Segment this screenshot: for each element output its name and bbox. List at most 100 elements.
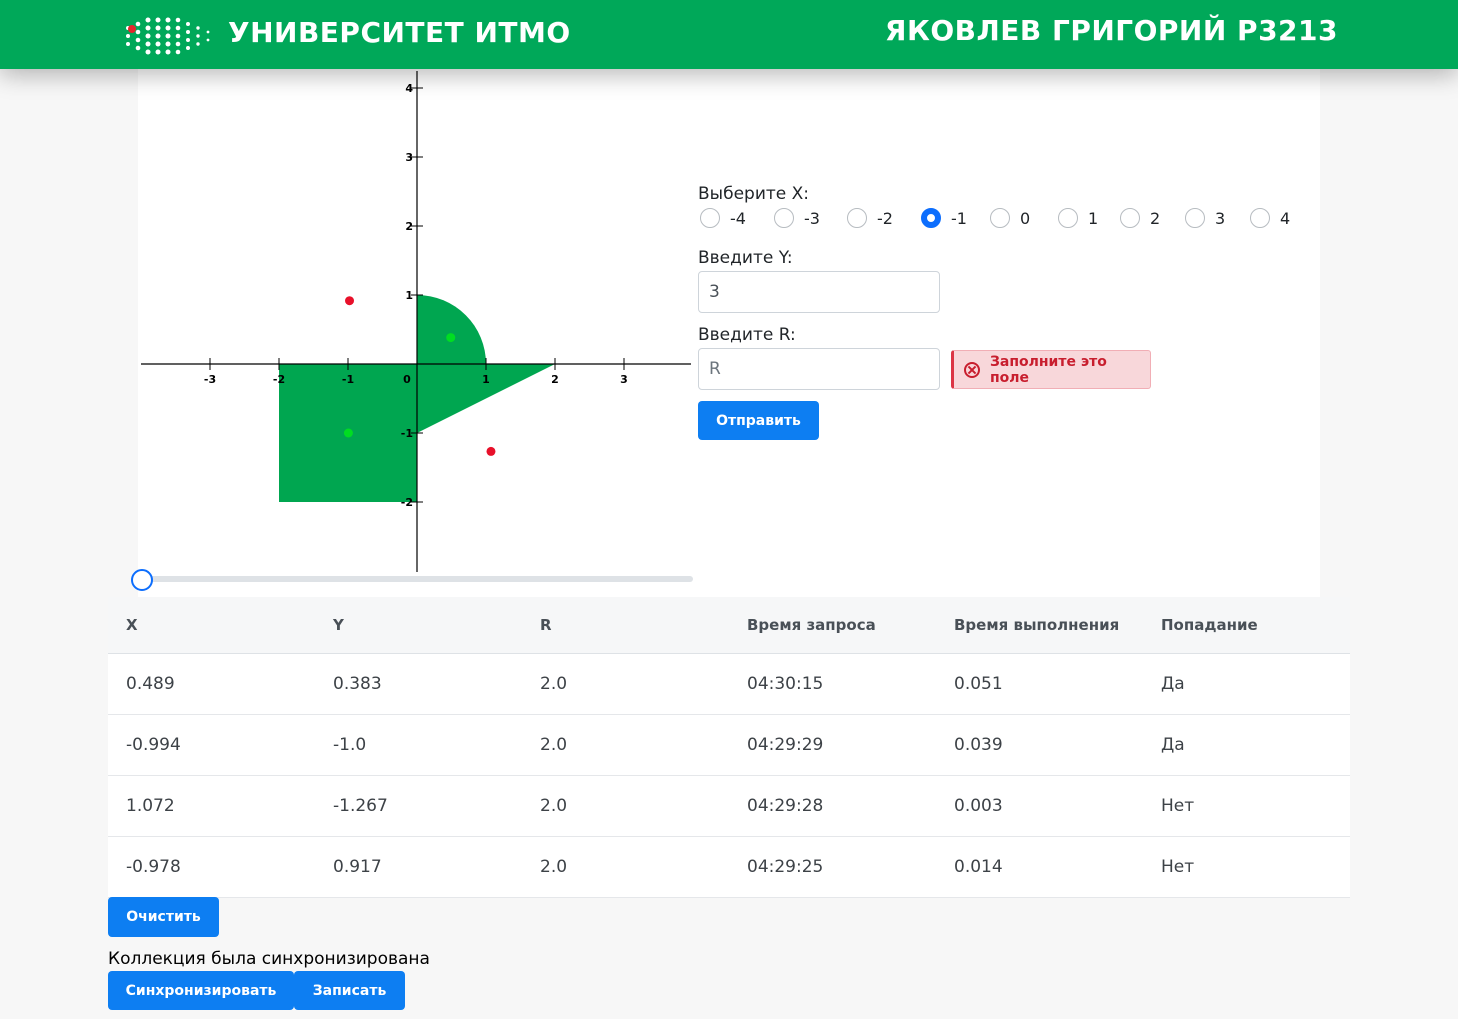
x-tick-label: 0: [403, 373, 411, 386]
table-cell: Нет: [1161, 796, 1195, 816]
university-title: УНИВЕРСИТЕТ ИТМО: [228, 16, 571, 49]
error-icon: [964, 361, 980, 378]
y-tick-label: 2: [405, 220, 413, 233]
x-radio-option[interactable]: -4: [700, 208, 746, 228]
table-cell: 0.051: [954, 674, 1003, 694]
table-cell: Да: [1161, 674, 1185, 694]
y-tick-label: 1: [405, 289, 413, 302]
student-name: ЯКОВЛЕВ ГРИГОРИЙ P3213: [884, 14, 1338, 47]
column-header: X: [126, 616, 138, 634]
x-tick-label: 1: [482, 373, 490, 386]
hit-point: [446, 333, 456, 343]
x-radio-option[interactable]: -1: [921, 208, 967, 228]
x-radio-option[interactable]: -3: [774, 208, 820, 228]
radio-label: 0: [1020, 208, 1031, 228]
hit-point: [343, 428, 353, 438]
slider-thumb[interactable]: [131, 569, 153, 591]
table-row: 1.072 -1.267 2.0 04:29:28 0.003 Нет: [108, 776, 1350, 837]
table-header: X Y R Время запроса Время выполнения Попадани…: [108, 597, 1350, 654]
y-tick-label: 3: [405, 151, 413, 164]
radio-label: -4: [730, 208, 746, 228]
radio-circle[interactable]: [847, 208, 867, 228]
x-tick-label: -1: [342, 373, 354, 386]
r-error-text: Заполните это поле: [989, 353, 1107, 386]
header: УНИВЕРСИТЕТ ИТМО ЯКОВЛЕВ ГРИГОРИЙ P3213: [0, 0, 1458, 69]
x-radio-option[interactable]: -2: [847, 208, 893, 228]
radio-circle[interactable]: [774, 208, 794, 228]
table-row: -0.978 0.917 2.0 04:29:25 0.014 Нет: [108, 837, 1350, 898]
x-radio-option[interactable]: 4: [1250, 208, 1290, 228]
radio-circle[interactable]: [1058, 208, 1078, 228]
sync-button[interactable]: Синхронизировать: [108, 971, 294, 1010]
table-cell: -1.0: [333, 735, 367, 755]
coordinate-graph[interactable]: -3 -2 -1 0 1 2 3 4 3 2 1 -1 -2: [138, 69, 694, 574]
r-input[interactable]: R: [698, 348, 940, 390]
x-tick-label: -3: [204, 373, 216, 386]
results-table: X Y R Время запроса Время выполнения Попадани…: [108, 597, 1350, 898]
column-header: R: [540, 616, 552, 634]
table-cell: -0.994: [126, 735, 181, 755]
table-cell: 0.003: [954, 796, 1003, 816]
radio-label: -2: [877, 208, 893, 228]
miss-point: [345, 296, 355, 306]
x-radio-option[interactable]: 2: [1120, 208, 1160, 228]
radio-label: 3: [1215, 208, 1226, 228]
y-tick-label: -2: [401, 496, 413, 509]
column-header: Попадание: [1161, 616, 1258, 634]
table-cell: -1.267: [333, 796, 388, 816]
table-cell: 0.917: [333, 857, 382, 877]
x-radio-option[interactable]: 3: [1185, 208, 1225, 228]
table-cell: 0.014: [954, 857, 1003, 877]
table-cell: 04:29:29: [747, 735, 824, 755]
y-label: Введите Y:: [698, 248, 793, 268]
r-validation-tooltip: Заполните это поле: [951, 350, 1151, 389]
sync-status: Коллекция была синхронизирована: [108, 949, 430, 969]
table-cell: 2.0: [540, 796, 568, 816]
radio-circle[interactable]: [700, 208, 720, 228]
radio-circle[interactable]: [921, 208, 941, 228]
x-tick-label: 2: [551, 373, 559, 386]
radio-label: 2: [1150, 208, 1161, 228]
clear-button[interactable]: Очистить: [108, 897, 219, 937]
table-cell: 2.0: [540, 857, 568, 877]
table-cell: Нет: [1161, 857, 1195, 877]
area-quarter-circle: [417, 295, 486, 364]
itmo-logo-icon: [126, 17, 210, 55]
radio-label: 4: [1280, 208, 1291, 228]
radio-circle[interactable]: [1250, 208, 1270, 228]
table-cell: -0.978: [126, 857, 181, 877]
y-tick-label: -1: [401, 427, 413, 440]
table-cell: Да: [1161, 735, 1185, 755]
column-header: Время выполнения: [954, 616, 1120, 634]
radio-circle[interactable]: [1120, 208, 1140, 228]
x-radio-option[interactable]: 1: [1058, 208, 1098, 228]
table-cell: 04:30:15: [747, 674, 824, 694]
submit-button[interactable]: Отправить: [698, 401, 819, 440]
x-radio-option[interactable]: 0: [990, 208, 1030, 228]
radio-label: -3: [804, 208, 820, 228]
radio-circle[interactable]: [990, 208, 1010, 228]
radio-label: 1: [1088, 208, 1099, 228]
table-body: 0.489 0.383 2.0 04:30:15 0.051 Да -0.994 -1.0 2.…: [108, 654, 1350, 898]
x-label: Выберите X:: [698, 184, 810, 204]
table-cell: 04:29:28: [747, 796, 824, 816]
table-cell: 2.0: [540, 735, 568, 755]
y-input[interactable]: 3: [698, 271, 940, 313]
table-cell: 0.039: [954, 735, 1003, 755]
table-row: 0.489 0.383 2.0 04:30:15 0.051 Да: [108, 654, 1350, 715]
radio-label: -1: [951, 208, 967, 228]
table-row: -0.994 -1.0 2.0 04:29:29 0.039 Да: [108, 715, 1350, 776]
r-label: Введите R:: [698, 325, 796, 345]
table-cell: 1.072: [126, 796, 175, 816]
graph-slider[interactable]: [141, 576, 693, 582]
column-header: Y: [333, 616, 344, 634]
y-tick-label: 4: [405, 82, 413, 95]
write-button[interactable]: Записать: [294, 971, 405, 1010]
x-tick-label: -2: [273, 373, 285, 386]
radio-circle[interactable]: [1185, 208, 1205, 228]
column-header: Время запроса: [747, 616, 876, 634]
miss-point: [486, 446, 496, 456]
table-cell: 0.383: [333, 674, 382, 694]
table-cell: 04:29:25: [747, 857, 824, 877]
table-cell: 0.489: [126, 674, 175, 694]
